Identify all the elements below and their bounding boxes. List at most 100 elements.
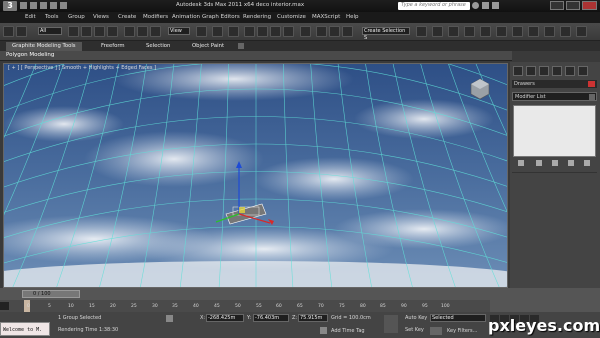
y-coordinate-field[interactable]: -76.403m [253, 314, 289, 322]
tab-freeform[interactable]: Freeform [95, 42, 131, 51]
modifier-stack[interactable] [513, 105, 596, 157]
object-color-swatch[interactable] [588, 81, 595, 87]
keyboard-shortcut-icon[interactable] [228, 26, 239, 37]
maxscript-listener[interactable]: Welcome to M. [0, 322, 50, 336]
modifier-list-dropdown[interactable]: Modifier List [512, 92, 597, 101]
undo-icon[interactable] [50, 2, 57, 9]
schematic-view-icon[interactable] [448, 26, 459, 37]
angle-snap-icon[interactable] [257, 26, 268, 37]
show-end-result-icon[interactable] [536, 160, 542, 166]
mini-curve-editor-icon[interactable] [0, 302, 9, 310]
edit-named-selection-icon[interactable] [300, 26, 311, 37]
save-icon[interactable] [40, 2, 47, 9]
new-icon[interactable] [20, 2, 27, 9]
add-time-tag[interactable]: Add Time Tag [331, 329, 365, 334]
search-icon[interactable] [472, 2, 479, 9]
help-icon[interactable] [492, 2, 499, 9]
key-filters-button[interactable]: Key Filters... [447, 329, 477, 334]
star-icon[interactable] [482, 2, 489, 9]
time-tag-icon[interactable] [320, 327, 327, 334]
select-by-name-icon[interactable] [81, 26, 92, 37]
motion-tab-icon[interactable] [552, 66, 562, 76]
menu-create[interactable]: Create [118, 14, 136, 21]
window-crossing-icon[interactable] [107, 26, 118, 37]
tab-graphite-modeling-tools[interactable]: Graphite Modeling Tools [6, 42, 82, 51]
select-rotate-icon[interactable] [137, 26, 148, 37]
command-panel: Drawers Modifier List [510, 62, 600, 288]
menu-customize[interactable]: Customize [277, 14, 306, 21]
menu-graph-editors[interactable]: Graph Editors [202, 14, 240, 21]
open-icon[interactable] [30, 2, 37, 9]
layer-manager-icon[interactable] [342, 26, 353, 37]
activeshade-icon[interactable] [576, 26, 587, 37]
named-selection-dropdown[interactable]: Create Selection S [362, 27, 410, 41]
remove-modifier-icon[interactable] [568, 160, 574, 166]
undo-icon[interactable] [3, 26, 14, 37]
rendered-frame-icon[interactable] [496, 26, 507, 37]
z-coordinate-field[interactable]: 75.915m [298, 314, 328, 322]
align-icon[interactable] [329, 26, 340, 37]
viewport-label[interactable]: [ + ] [ Perspective ] [ Smooth + Highlig… [8, 66, 156, 71]
redo-icon[interactable] [16, 26, 27, 37]
utilities-tab-icon[interactable] [578, 66, 588, 76]
main-toolbar: All View Create Selection S [0, 23, 600, 41]
redo-icon[interactable] [60, 2, 67, 9]
app-logo-icon[interactable]: 3 [3, 1, 17, 11]
create-tab-icon[interactable] [513, 66, 523, 76]
menu-modifiers[interactable]: Modifiers [143, 14, 168, 21]
tab-object-paint[interactable]: Object Paint [186, 42, 230, 51]
select-scale-icon[interactable] [150, 26, 161, 37]
close-button[interactable] [582, 1, 597, 10]
menu-rendering[interactable]: Rendering [243, 14, 271, 21]
time-slider[interactable]: 0 / 100 [22, 290, 80, 298]
x-coordinate-field[interactable]: -268.425m [206, 314, 244, 322]
maximize-button[interactable] [566, 1, 580, 10]
make-unique-icon[interactable] [552, 160, 558, 166]
modify-tab-icon[interactable] [526, 66, 536, 76]
lock-selection-icon[interactable] [166, 315, 173, 322]
minimize-button[interactable] [550, 1, 564, 10]
viewcube-icon[interactable] [470, 78, 490, 100]
reference-coordinate-dropdown[interactable]: View [168, 27, 190, 35]
polygon-modeling-panel[interactable]: Polygon Modeling [6, 52, 54, 59]
key-mode-dropdown[interactable]: Selected [430, 314, 486, 322]
auto-key-button[interactable]: Auto Key [405, 316, 427, 321]
render-production-icon[interactable] [512, 26, 523, 37]
menu-edit[interactable]: Edit [25, 14, 36, 21]
menu-animation[interactable]: Animation [172, 14, 200, 21]
select-object-icon[interactable] [68, 26, 79, 37]
percent-snap-icon[interactable] [270, 26, 281, 37]
menu-views[interactable]: Views [93, 14, 109, 21]
hierarchy-tab-icon[interactable] [539, 66, 549, 76]
pin-stack-icon[interactable] [518, 160, 524, 166]
tab-selection[interactable]: Selection [140, 42, 176, 51]
menu-help[interactable]: Help [346, 14, 359, 21]
menu-group[interactable]: Group [68, 14, 85, 21]
rectangular-selection-icon[interactable] [94, 26, 105, 37]
menu-tools[interactable]: Tools [45, 14, 59, 21]
select-manipulate-icon[interactable] [212, 26, 223, 37]
graphite-toggle-icon[interactable] [416, 26, 427, 37]
search-input[interactable]: Type a keyword or phrase [398, 2, 470, 10]
spinner-snap-icon[interactable] [283, 26, 294, 37]
set-key-button[interactable]: Set Key [405, 328, 424, 333]
key-icon[interactable] [384, 315, 398, 333]
quick-render-icon[interactable] [544, 26, 555, 37]
curve-editor-icon[interactable] [432, 26, 443, 37]
material-editor-icon[interactable] [464, 26, 475, 37]
object-name-field[interactable]: Drawers [512, 80, 597, 88]
mirror-icon[interactable] [316, 26, 327, 37]
select-move-icon[interactable] [124, 26, 135, 37]
key-tangent-icon[interactable] [430, 327, 442, 335]
pivot-center-icon[interactable] [196, 26, 207, 37]
configure-modifier-sets-icon[interactable] [584, 160, 590, 166]
display-tab-icon[interactable] [565, 66, 575, 76]
snaps-toggle-icon[interactable] [244, 26, 255, 37]
render-iterative-icon[interactable] [560, 26, 571, 37]
render-setup-icon[interactable] [480, 26, 491, 37]
menu-maxscript[interactable]: MAXScript [312, 14, 340, 21]
selection-filter-dropdown[interactable]: All [38, 27, 62, 35]
teapot-render-icon[interactable] [528, 26, 539, 37]
ribbon-minimize-icon[interactable] [238, 43, 244, 49]
perspective-viewport[interactable]: [ + ] [ Perspective ] [ Smooth + Highlig… [3, 63, 508, 288]
